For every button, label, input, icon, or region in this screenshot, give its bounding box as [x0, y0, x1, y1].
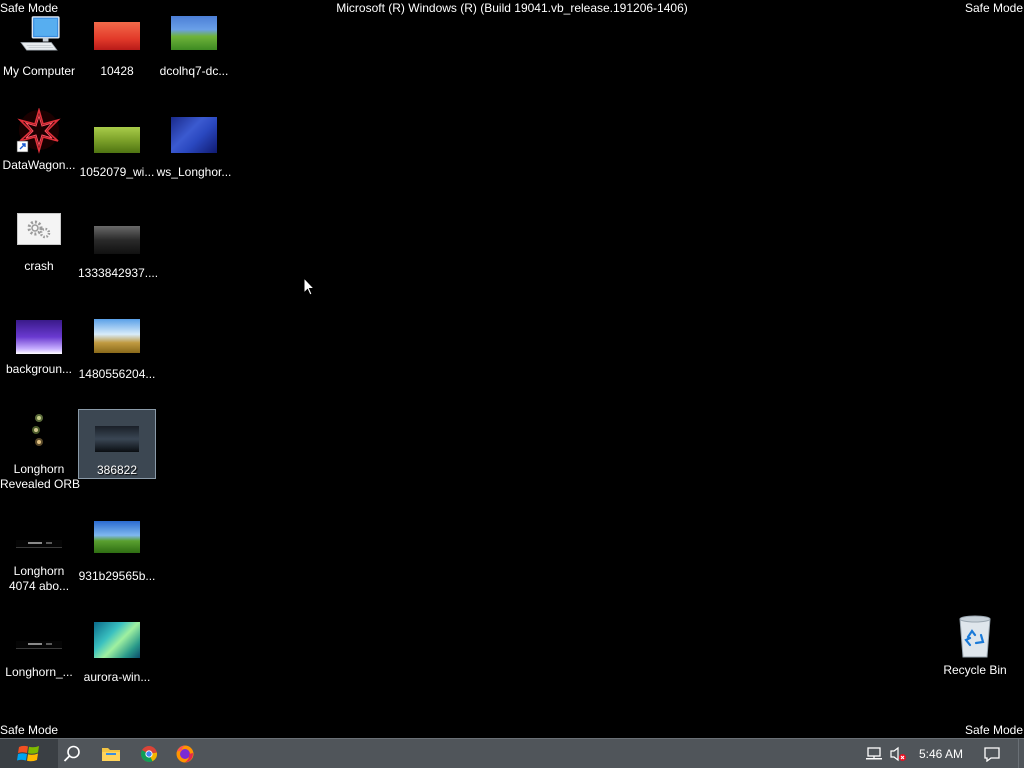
file-explorer-icon — [102, 747, 120, 761]
gear-icon — [17, 213, 61, 245]
desktop-icon-label: Longhorn — [13, 564, 65, 578]
volume-muted-icon — [890, 746, 906, 761]
desktop-icon-crash[interactable]: crash — [0, 209, 78, 279]
desktop-icon-label: 1333842937.... — [78, 266, 159, 280]
windows-start-icon — [17, 745, 39, 761]
desktop-icon-longhorn-4074[interactable]: Longhorn 4074 abo... — [0, 512, 78, 596]
safe-mode-label-bottom-right: Safe Mode — [964, 723, 1023, 737]
recycle-bin-icon — [959, 615, 991, 658]
image-thumbnail-icon — [94, 319, 140, 353]
desktop-icon-label: 386822 — [96, 463, 138, 477]
datawagon-star-icon — [16, 108, 61, 154]
taskbar-clock[interactable]: 5:46 AM — [912, 739, 970, 768]
search-button[interactable] — [58, 739, 86, 768]
desktop-icon-dcolhq7[interactable]: dcolhq7-dc... — [155, 14, 233, 84]
desktop-icon-aurora-win[interactable]: aurora-win... — [78, 620, 156, 690]
desktop[interactable]: Safe Mode Microsoft (R) Windows (R) (Bui… — [0, 0, 1024, 768]
desktop-icon-recycle-bin[interactable]: Recycle Bin — [936, 613, 1014, 683]
desktop-icon-datawagon[interactable]: DataWagon... — [0, 108, 78, 178]
action-center-icon — [984, 746, 1000, 762]
image-thumbnail-icon — [94, 521, 140, 553]
desktop-icon-longhorn-underscore[interactable]: Longhorn_... — [0, 613, 78, 683]
search-icon — [63, 745, 80, 762]
desktop-icon-label: backgroun... — [5, 362, 73, 376]
image-thumbnail-icon — [171, 16, 217, 50]
image-thumbnail-icon — [94, 22, 140, 50]
network-icon — [866, 746, 882, 759]
desktop-icon-label: 1052079_wi... — [79, 165, 155, 179]
safe-mode-label-top-right: Safe Mode — [964, 1, 1023, 15]
image-thumbnail-icon — [94, 622, 140, 658]
taskbar: 5:46 AM — [0, 738, 1024, 768]
tray-volume[interactable] — [887, 739, 909, 768]
desktop-icon-10428[interactable]: 10428 — [78, 14, 156, 84]
desktop-icon-label: Longhorn_... — [5, 665, 73, 679]
desktop-icon-label: 10428 — [100, 64, 134, 78]
desktop-icon-label: ws_Longhor... — [156, 165, 232, 179]
image-thumbnail-icon — [171, 117, 217, 153]
desktop-icon-label: dcolhq7-dc... — [159, 64, 229, 78]
desktop-icon-1052079[interactable]: 1052079_wi... — [78, 115, 156, 185]
desktop-icon-386822[interactable]: 386822 — [78, 409, 156, 479]
tray-action-center[interactable] — [978, 739, 1006, 768]
build-watermark: Microsoft (R) Windows (R) (Build 19041.v… — [336, 1, 688, 15]
desktop-icon-label: crash — [24, 259, 54, 273]
image-thumbnail-icon — [16, 540, 62, 548]
desktop-icon-1480556204[interactable]: 1480556204... — [78, 317, 156, 387]
desktop-icon-label: My Computer — [2, 64, 76, 78]
desktop-icon-label: 1480556204... — [78, 367, 156, 381]
desktop-icon-ws-longhorn[interactable]: ws_Longhor... — [155, 115, 233, 185]
image-thumbnail-icon — [94, 226, 140, 254]
orb-icon — [32, 414, 43, 446]
desktop-icon-label: 931b29565b... — [78, 569, 156, 583]
start-button[interactable] — [0, 739, 58, 768]
show-desktop-button[interactable] — [1018, 739, 1024, 768]
firefox-icon — [176, 745, 194, 762]
mouse-cursor-icon — [303, 277, 315, 296]
desktop-icon-longhorn-revealed-orb[interactable]: Longhorn Revealed ORB — [0, 410, 81, 494]
taskbar-file-explorer[interactable] — [96, 739, 126, 768]
desktop-icon-label: Recycle Bin — [943, 663, 1007, 677]
desktop-icon-label: aurora-win... — [83, 670, 151, 684]
chrome-icon — [140, 745, 158, 762]
image-thumbnail-icon — [94, 127, 140, 153]
taskbar-chrome[interactable] — [134, 739, 164, 768]
image-thumbnail-icon — [16, 320, 62, 354]
desktop-icon-931b29565b[interactable]: 931b29565b... — [78, 519, 156, 589]
taskbar-firefox[interactable] — [170, 739, 200, 768]
desktop-icon-background[interactable]: backgroun... — [0, 310, 78, 380]
desktop-icon-1333842937[interactable]: 1333842937.... — [78, 216, 159, 286]
tray-network[interactable] — [863, 739, 885, 768]
image-thumbnail-icon — [95, 426, 139, 452]
desktop-icon-label-line2: Revealed ORB — [0, 477, 81, 491]
desktop-icon-my-computer[interactable]: My Computer — [0, 14, 78, 84]
image-thumbnail-icon — [16, 641, 62, 649]
desktop-icon-label: Longhorn — [13, 462, 65, 476]
desktop-icon-label: DataWagon... — [2, 158, 76, 172]
safe-mode-label-bottom-left: Safe Mode — [0, 723, 59, 737]
computer-icon — [20, 16, 60, 51]
desktop-icon-label-line2: 4074 abo... — [8, 579, 70, 593]
